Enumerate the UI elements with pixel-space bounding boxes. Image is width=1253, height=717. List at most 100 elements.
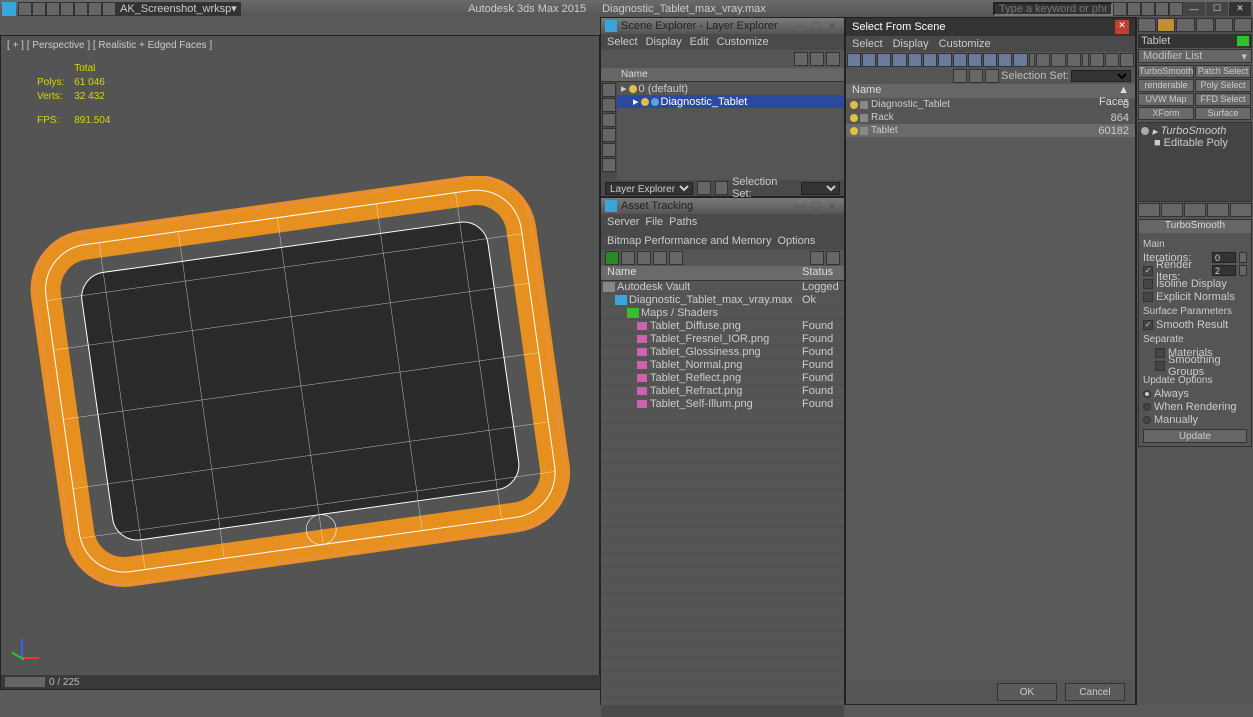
manually-radio[interactable] xyxy=(1143,416,1151,424)
explicit-check[interactable] xyxy=(1143,292,1153,302)
display-cams-icon[interactable] xyxy=(602,143,616,157)
remove-mod[interactable] xyxy=(1207,203,1229,217)
scene-explorer-titlebar[interactable]: Scene Explorer - Layer Explorer — ☐ ✕ xyxy=(601,18,844,34)
ss-set-dropdown[interactable] xyxy=(1071,70,1131,82)
filter-cont[interactable] xyxy=(998,53,1012,67)
utilities-tab[interactable] xyxy=(1234,18,1252,32)
object-color-swatch[interactable] xyxy=(1237,36,1249,46)
config-sets[interactable] xyxy=(1230,203,1252,217)
mod-button[interactable]: Patch Select xyxy=(1195,65,1251,78)
menu-icon[interactable] xyxy=(18,2,32,16)
filter-geom[interactable] xyxy=(862,53,876,67)
rollout-header[interactable]: TurboSmooth xyxy=(1139,220,1251,233)
asset-titlebar[interactable]: Asset Tracking — ☐ ✕ xyxy=(601,198,844,214)
sync-icon[interactable] xyxy=(826,52,840,66)
exchange-icon[interactable] xyxy=(1155,2,1169,16)
ss-sync-icon[interactable] xyxy=(985,69,999,83)
display-shapes-icon[interactable] xyxy=(602,113,616,127)
create-tab[interactable] xyxy=(1138,18,1156,32)
mod-button[interactable]: Surface Select xyxy=(1195,107,1251,120)
foot-icon1[interactable] xyxy=(697,181,711,195)
scene-tree[interactable]: ▸ 0 (default) ▸ Diagnostic_Tablet xyxy=(617,82,844,180)
filter-light[interactable] xyxy=(892,53,906,67)
menu-display[interactable]: Display xyxy=(646,36,682,48)
stack-turbosmooth[interactable]: ▸ TurboSmooth xyxy=(1141,125,1249,137)
mod-button[interactable]: renderable Spli xyxy=(1138,79,1194,92)
display-geom-icon[interactable] xyxy=(602,98,616,112)
render-iters-spinner[interactable]: 2 xyxy=(1212,265,1236,276)
select-scene-columns[interactable]: Name▲ Faces xyxy=(846,84,1135,98)
at-help-icon[interactable] xyxy=(810,251,824,265)
filter-o2[interactable] xyxy=(1105,53,1119,67)
info-icon[interactable] xyxy=(1169,2,1183,16)
asset-row[interactable]: Tablet_Reflect.pngFound xyxy=(601,372,844,385)
mod-button[interactable]: Poly Select xyxy=(1195,79,1251,92)
asset-row[interactable]: Tablet_Fresnel_IOR.pngFound xyxy=(601,333,844,346)
mod-button[interactable]: XForm xyxy=(1138,107,1194,120)
render-iters-check[interactable] xyxy=(1143,266,1153,276)
minimize-button[interactable]: — xyxy=(1183,2,1205,16)
filter-cam[interactable] xyxy=(908,53,922,67)
undo-icon[interactable] xyxy=(74,2,88,16)
ss-menu-display[interactable]: Display xyxy=(893,38,929,50)
panel-close[interactable]: ✕ xyxy=(824,20,840,33)
asset-row[interactable]: Tablet_Refract.pngFound xyxy=(601,385,844,398)
selection-set-dropdown[interactable] xyxy=(801,182,840,195)
asset-list[interactable]: Autodesk VaultLoggedDiagnostic_Tablet_ma… xyxy=(601,281,844,705)
filter-o3[interactable] xyxy=(1120,53,1134,67)
panel-minimize[interactable]: — xyxy=(792,20,808,32)
timeline[interactable]: 0 / 225 xyxy=(1,675,601,689)
panel-maximize[interactable]: ☐ xyxy=(808,20,824,33)
asset-row[interactable]: Diagnostic_Tablet_max_vray.maxOk xyxy=(601,294,844,307)
display-tab[interactable] xyxy=(1215,18,1233,32)
always-radio[interactable] xyxy=(1143,390,1151,398)
filter-shape[interactable] xyxy=(877,53,891,67)
redo-icon[interactable] xyxy=(88,2,102,16)
filter-xref[interactable] xyxy=(968,53,982,67)
filter-icon[interactable] xyxy=(794,52,808,66)
asset-max[interactable]: ☐ xyxy=(808,200,824,213)
materials-check[interactable] xyxy=(1155,348,1165,358)
maximize-button[interactable]: ☐ xyxy=(1206,2,1228,16)
menu-customize[interactable]: Customize xyxy=(717,36,769,48)
refresh-icon[interactable] xyxy=(605,251,619,265)
ss-view-icon[interactable] xyxy=(969,69,983,83)
asset-row[interactable]: Autodesk VaultLogged xyxy=(601,281,844,294)
unique[interactable] xyxy=(1184,203,1206,217)
scene-row[interactable]: Diagnostic_Tablet0 xyxy=(846,98,1135,111)
asset-row[interactable]: Maps / Shaders xyxy=(601,307,844,320)
help-icon[interactable] xyxy=(1113,2,1127,16)
hierarchy-tab[interactable] xyxy=(1176,18,1194,32)
modifier-list-dropdown[interactable]: Modifier List▾ xyxy=(1138,49,1252,63)
display-all-icon[interactable] xyxy=(602,83,616,97)
display-helpers-icon[interactable] xyxy=(602,158,616,172)
object-name-field[interactable]: Tablet xyxy=(1138,34,1252,48)
filter-helper[interactable] xyxy=(923,53,937,67)
new-icon[interactable] xyxy=(32,2,46,16)
viewport[interactable]: [ + ] [ Perspective ] [ Realistic + Edge… xyxy=(0,35,600,690)
ok-button[interactable]: OK xyxy=(997,683,1057,701)
update-button[interactable]: Update xyxy=(1143,429,1247,443)
isoline-check[interactable] xyxy=(1143,279,1153,289)
sg-check[interactable] xyxy=(1155,361,1165,371)
filter-v3[interactable] xyxy=(1067,53,1081,67)
modifier-stack[interactable]: ▸ TurboSmooth ■ Editable Poly xyxy=(1138,122,1252,202)
iterations-spinbtns[interactable] xyxy=(1239,252,1247,263)
filter-bone[interactable] xyxy=(983,53,997,67)
filter-v1[interactable] xyxy=(1036,53,1050,67)
viewport-label[interactable]: [ + ] [ Perspective ] [ Realistic + Edge… xyxy=(7,40,212,51)
show-end[interactable] xyxy=(1161,203,1183,217)
open-icon[interactable] xyxy=(46,2,60,16)
modify-tab[interactable] xyxy=(1157,18,1175,32)
filter-group[interactable] xyxy=(953,53,967,67)
scene-columns[interactable]: Name xyxy=(601,68,844,82)
menu-paths[interactable]: Paths xyxy=(669,216,697,229)
motion-tab[interactable] xyxy=(1196,18,1214,32)
menu-bitmap[interactable]: Bitmap Performance and Memory xyxy=(607,235,771,248)
ss-menu-customize[interactable]: Customize xyxy=(939,38,991,50)
mod-button[interactable]: TurboSmooth xyxy=(1138,65,1194,78)
at-icon3[interactable] xyxy=(637,251,651,265)
ss-menu-select[interactable]: Select xyxy=(852,38,883,50)
stack-editable-poly[interactable]: ■ Editable Poly xyxy=(1141,137,1249,149)
asset-min[interactable]: — xyxy=(792,200,808,212)
